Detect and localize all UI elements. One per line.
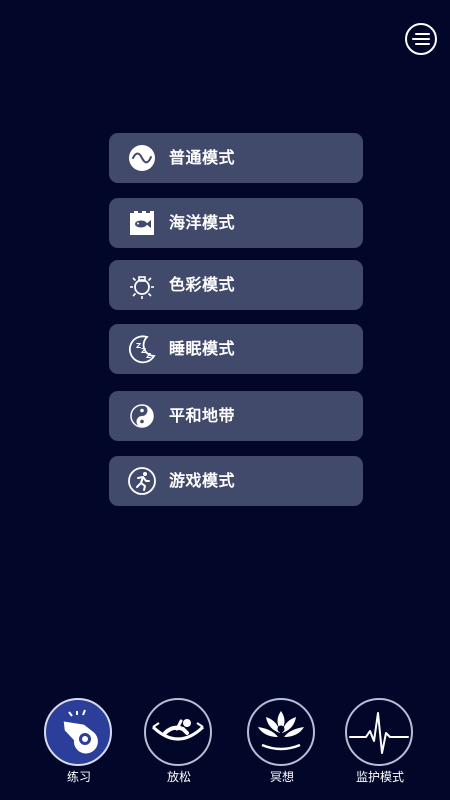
nav-label: 监护模式 [355,770,404,784]
svg-text:Z: Z [146,352,151,360]
mode-label: 游戏模式 [169,471,236,490]
hammock-icon [151,719,205,741]
nav-label: 冥想 [269,770,294,784]
mode-item-color[interactable]: 色彩模式 [109,260,363,310]
running-man-icon [127,466,157,496]
fish-tank-icon [127,208,157,238]
wave-circle-icon [127,143,157,173]
moon-zzz-icon: Z Z Z [127,334,157,364]
nav-circle [144,698,212,766]
nav-item-monitor[interactable]: 监护模式 [343,696,417,796]
bottom-nav: 练习 放松 冥想 监护模式 [0,696,450,800]
mode-label: 普通模式 [169,148,236,167]
mode-item-peace[interactable]: 平和地带 [109,391,363,441]
nav-circle [44,698,112,766]
mode-item-game[interactable]: 游戏模式 [109,456,363,506]
mode-item-sleep[interactable]: Z Z Z 睡眠模式 [109,324,363,374]
mode-item-normal[interactable]: 普通模式 [109,133,363,183]
light-bulb-icon [127,270,157,300]
whistle-icon [63,709,98,754]
nav-label: 练习 [66,770,91,784]
mode-label: 海洋模式 [169,213,236,232]
heartbeat-monitor-icon [349,712,409,754]
mode-item-ocean[interactable]: 海洋模式 [109,198,363,248]
nav-item-practice[interactable]: 练习 [42,696,116,796]
mode-label: 睡眠模式 [169,339,236,358]
nav-circle [345,698,413,766]
menu-button[interactable] [405,23,437,55]
mode-label: 平和地带 [169,406,236,425]
yin-yang-icon [127,401,157,431]
nav-label: 放松 [166,770,191,784]
list-menu-icon [412,33,430,45]
lotus-meditation-icon [258,711,304,751]
nav-item-meditate[interactable]: 冥想 [245,696,319,796]
nav-circle [247,698,315,766]
nav-item-relax[interactable]: 放松 [142,696,216,796]
mode-label: 色彩模式 [169,275,236,294]
app-screen: 普通模式 海洋模式 色彩模式 Z Z Z 睡眠模式 平和地带 游戏模式 练习 放… [0,0,450,800]
